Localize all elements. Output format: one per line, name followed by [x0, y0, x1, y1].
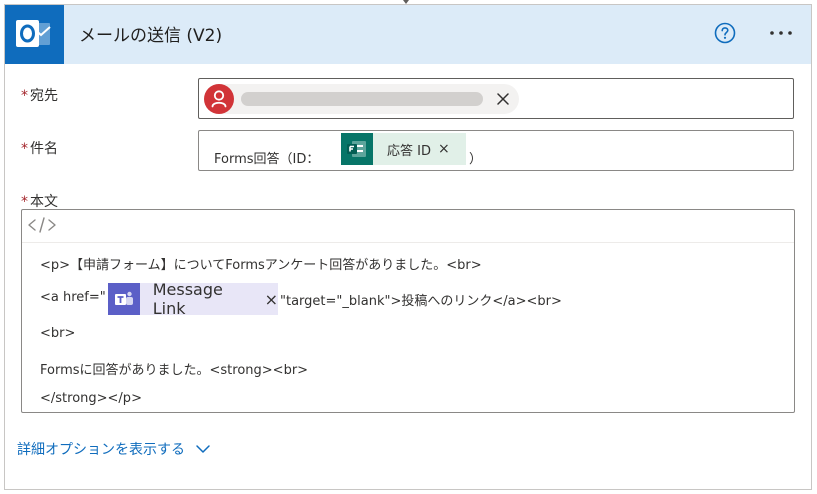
- subject-label-text: 件名: [30, 141, 58, 157]
- microsoft-forms-icon: [341, 133, 373, 165]
- response-id-token[interactable]: 応答 ID ×: [341, 133, 466, 165]
- message-link-token-label: Message Link: [152, 280, 223, 318]
- required-mark: *: [21, 141, 28, 157]
- action-header[interactable]: メールの送信 (V2): [5, 5, 811, 64]
- message-link-token[interactable]: Message Link ×: [108, 280, 278, 318]
- code-view-icon[interactable]: [27, 215, 57, 235]
- send-email-action-card: メールの送信 (V2) * 宛先 * 件名 Forms回答（ID： 応答 ID …: [4, 4, 812, 490]
- editor-toolbar: [22, 210, 794, 243]
- body-line-5: </strong></p>: [40, 391, 142, 406]
- chevron-down-icon: [196, 445, 210, 453]
- subject-text-before: Forms回答（ID：: [214, 152, 320, 167]
- action-title: メールの送信 (V2): [79, 26, 223, 46]
- to-input[interactable]: [198, 78, 794, 119]
- remove-token-icon[interactable]: ×: [438, 142, 450, 156]
- body-line-2-before: <a href=": [40, 290, 106, 305]
- remove-token-icon[interactable]: ×: [265, 290, 278, 309]
- advanced-options-label: 詳細オプションを表示する: [17, 442, 185, 458]
- recipient-token[interactable]: [204, 84, 519, 114]
- subject-input[interactable]: Forms回答（ID： 応答 ID × ）: [198, 130, 794, 171]
- body-label: * 本文: [21, 191, 58, 211]
- response-id-token-label: 応答 ID: [387, 143, 431, 159]
- subject-text-after: ）: [469, 152, 483, 167]
- required-mark: *: [21, 194, 28, 210]
- outlook-icon: [5, 5, 64, 64]
- subject-label: * 件名: [21, 138, 58, 158]
- to-label: * 宛先: [21, 85, 58, 105]
- help-circle-icon[interactable]: [714, 22, 736, 44]
- microsoft-teams-icon: [108, 283, 140, 315]
- close-icon[interactable]: [495, 91, 511, 107]
- person-icon: [204, 84, 234, 114]
- blurred-recipient-name: [241, 92, 483, 106]
- to-label-text: 宛先: [30, 88, 58, 104]
- show-advanced-options-link[interactable]: 詳細オプションを表示する: [17, 439, 211, 459]
- required-mark: *: [21, 88, 28, 104]
- body-label-text: 本文: [30, 194, 58, 210]
- body-line-2-after: "target="_blank">投稿へのリンク</a><br>: [280, 294, 562, 309]
- body-line-3: <br>: [40, 326, 76, 341]
- body-editor[interactable]: <p>【申請フォーム】についてFormsアンケート回答がありました。<br> <…: [21, 209, 795, 413]
- body-line-1: <p>【申請フォーム】についてFormsアンケート回答がありました。<br>: [40, 258, 482, 273]
- more-dots-icon[interactable]: [767, 22, 795, 44]
- body-line-4: Formsに回答がありました。<strong><br>: [40, 363, 309, 378]
